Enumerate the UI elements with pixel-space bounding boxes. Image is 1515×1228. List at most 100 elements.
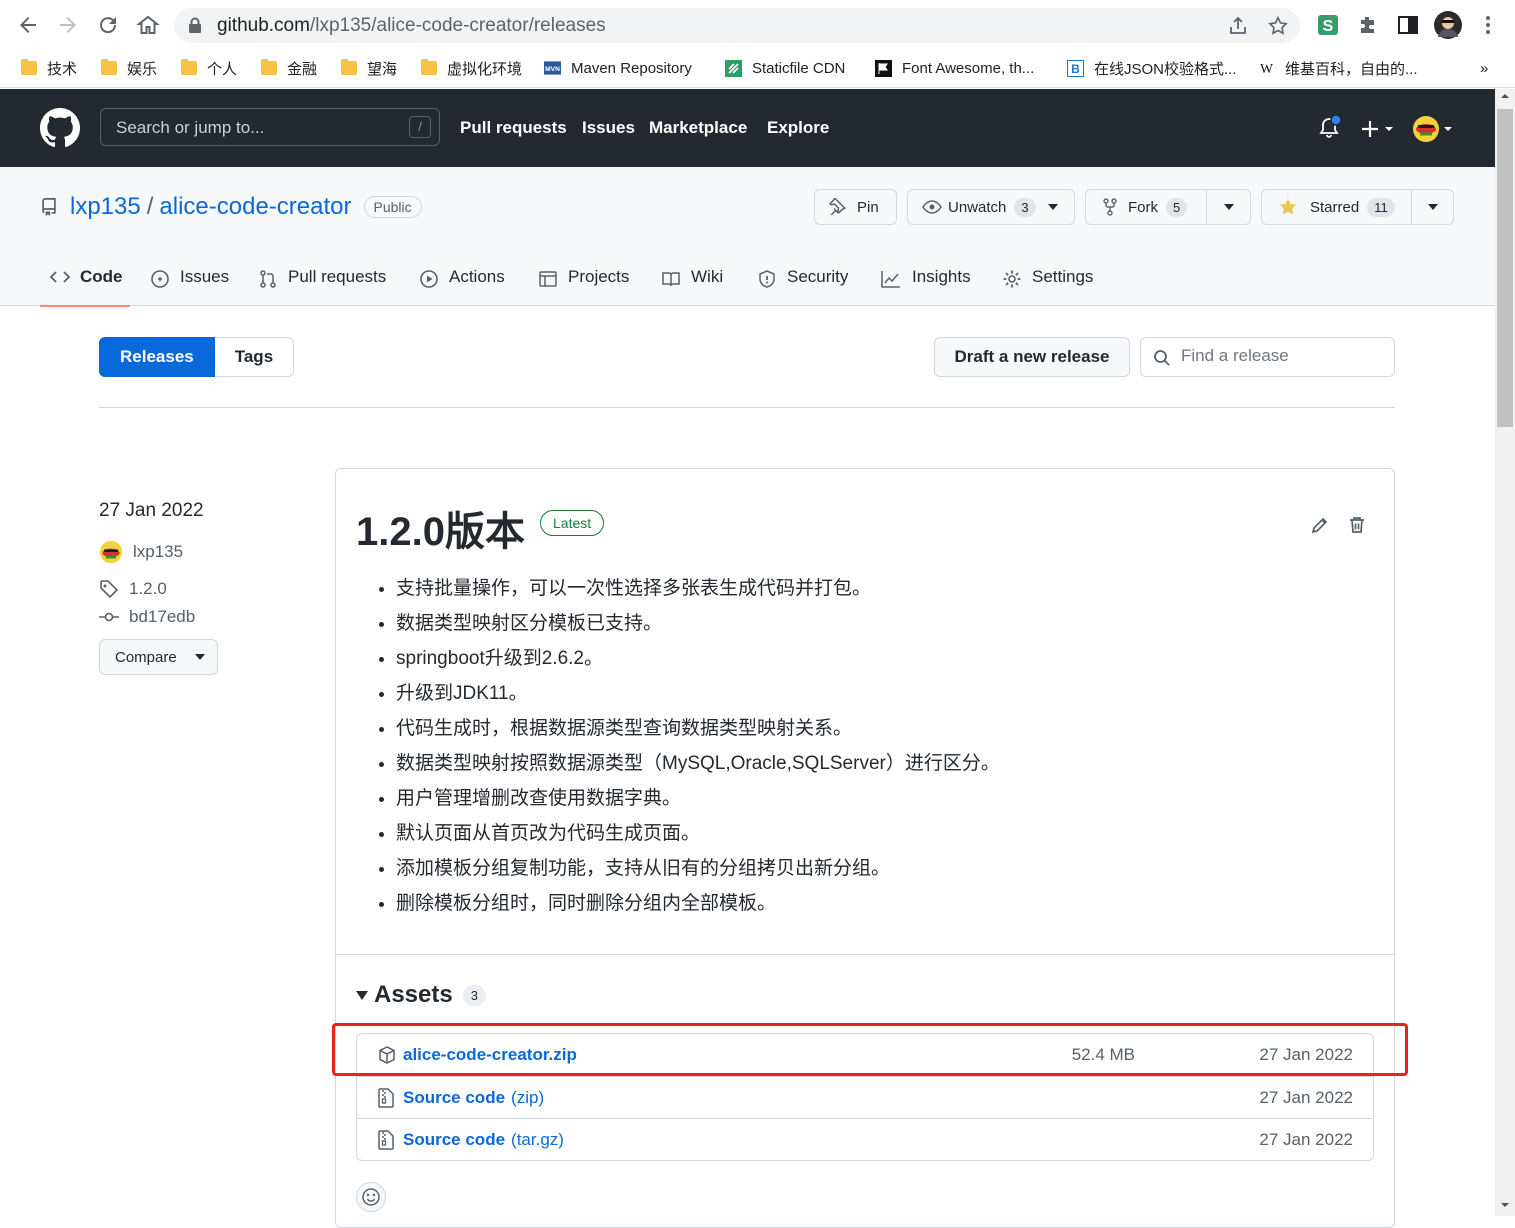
bookmark-item[interactable]: W 维基百科，自由的... (1258, 57, 1417, 79)
star-list-dropdown[interactable] (1411, 190, 1453, 224)
svg-text:S: S (1323, 18, 1334, 35)
compare-button[interactable]: Compare (99, 639, 218, 675)
search-input[interactable]: Search or jump to... / (100, 108, 440, 146)
star-count: 11 (1367, 197, 1395, 217)
more-bookmarks-button[interactable]: » (1480, 57, 1488, 79)
issue-opened-icon (151, 270, 169, 288)
staticfile-icon (725, 59, 742, 77)
visibility-badge: Public (363, 196, 422, 218)
bookmark-item[interactable]: 技术 (20, 57, 77, 79)
user-avatar-dropdown[interactable] (1412, 114, 1456, 144)
extensions-puzzle-icon[interactable] (1356, 13, 1380, 37)
tab-projects[interactable]: Projects (538, 257, 629, 306)
side-panel-icon[interactable] (1396, 13, 1420, 37)
tab-tags[interactable]: Tags (214, 337, 295, 377)
folder-icon (420, 59, 437, 77)
chevron-down-icon (1223, 204, 1234, 210)
reload-icon[interactable] (96, 13, 120, 37)
repo-name-link[interactable]: alice-code-creator (159, 193, 351, 221)
trash-icon[interactable] (1348, 515, 1366, 535)
stylus-extension-icon[interactable]: S (1316, 13, 1340, 37)
forward-arrow-icon[interactable] (56, 13, 80, 37)
lock-icon[interactable] (188, 17, 202, 33)
release-card: 1.2.0版本 Latest 支持批量操作，可以一次性选择多张表生成代码并打包。… (335, 468, 1395, 1228)
bookmark-item[interactable]: 个人 (180, 57, 237, 79)
code-icon (50, 271, 70, 283)
bookmark-item[interactable]: B 在线JSON校验格式... (1067, 57, 1237, 79)
list-item: 删除模板分组时，同时删除分组内全部模板。 (396, 886, 1000, 921)
source-code-zip-link[interactable]: Source code (zip) (403, 1088, 544, 1108)
assets-toggle[interactable]: Assets 3 (356, 981, 486, 1009)
watch-count: 3 (1014, 197, 1036, 217)
edit-pencil-icon[interactable] (1310, 515, 1330, 535)
starred-button[interactable]: Starred 11 (1261, 189, 1454, 225)
scrollbar-thumb[interactable] (1497, 109, 1513, 427)
browser-toolbar: github.com/lxp135/alice-code-creator/rel… (0, 0, 1515, 50)
bookmark-item[interactable]: MVN Maven Repository (544, 57, 692, 79)
url-text: github.com/lxp135/alice-code-creator/rel… (217, 15, 606, 36)
bookmark-item[interactable]: 虚拟化环境 (420, 57, 522, 79)
nav-issues[interactable]: Issues (582, 118, 635, 138)
bookmark-item[interactable]: Staticfile CDN (725, 57, 845, 79)
search-shortcut-key: / (409, 116, 431, 138)
tab-issues[interactable]: Issues (150, 257, 229, 306)
unwatch-button[interactable]: Unwatch 3 (907, 189, 1075, 225)
notification-bell-icon[interactable] (1317, 116, 1341, 140)
home-icon[interactable] (136, 13, 160, 37)
bookmark-star-icon[interactable] (1267, 15, 1289, 37)
source-code-targz-link[interactable]: Source code (tar.gz) (403, 1130, 564, 1150)
list-item: 支持批量操作，可以一次性选择多张表生成代码并打包。 (396, 571, 1000, 606)
release-title[interactable]: 1.2.0版本 (356, 499, 525, 557)
star-filled-icon (1278, 197, 1298, 217)
nav-marketplace[interactable]: Marketplace (649, 118, 747, 138)
fork-count: 5 (1166, 197, 1188, 217)
browser-menu-icon[interactable] (1476, 13, 1500, 37)
wikipedia-icon: W (1258, 60, 1275, 77)
divider (99, 407, 1395, 408)
share-icon[interactable] (1227, 15, 1249, 37)
bookmark-item[interactable]: 望海 (340, 57, 397, 79)
list-item: 数据类型映射按照数据源类型（MySQL,Oracle,SQLServer）进行区… (396, 746, 1000, 781)
list-item: 用户管理增删改查使用数据字典。 (396, 781, 1000, 816)
flag-icon (875, 59, 892, 77)
draft-release-button[interactable]: Draft a new release (934, 337, 1130, 377)
asset-row: Source code (tar.gz) 27 Jan 2022 (357, 1118, 1373, 1160)
bookmark-item[interactable]: 金融 (260, 57, 317, 79)
nav-explore[interactable]: Explore (767, 118, 829, 138)
repo-owner-link[interactable]: lxp135 (70, 193, 141, 221)
tab-wiki[interactable]: Wiki (661, 257, 723, 306)
pin-button[interactable]: Pin (814, 189, 897, 225)
tab-insights[interactable]: Insights (880, 257, 971, 306)
tab-pull-requests[interactable]: Pull requests (258, 257, 386, 306)
tab-releases[interactable]: Releases (99, 337, 215, 377)
back-arrow-icon[interactable] (16, 13, 40, 37)
profile-avatar[interactable] (1434, 11, 1462, 39)
add-reaction-button[interactable] (356, 1182, 386, 1212)
bookmark-item[interactable]: 娱乐 (100, 57, 157, 79)
tab-code[interactable]: Code (40, 257, 130, 307)
release-author[interactable]: lxp135 (99, 540, 183, 564)
address-bar[interactable]: github.com/lxp135/alice-code-creator/rel… (174, 8, 1300, 43)
github-logo-icon[interactable] (40, 108, 80, 148)
bookmark-item[interactable]: Font Awesome, th... (875, 57, 1034, 79)
bookmarks-bar: 技术 娱乐 个人 金融 望海 虚拟化环境 MVN Maven Repository… (0, 50, 1515, 88)
release-tag[interactable]: 1.2.0 (99, 579, 167, 599)
find-release-field[interactable] (1140, 337, 1395, 377)
tab-settings[interactable]: Settings (1002, 257, 1093, 306)
fork-button[interactable]: Fork 5 (1085, 189, 1251, 225)
eye-icon (922, 199, 942, 215)
fork-dropdown[interactable] (1206, 190, 1250, 224)
file-zip-icon (377, 1088, 395, 1108)
svg-text:W: W (1260, 61, 1273, 76)
scroll-down-arrow-icon[interactable] (1495, 1198, 1515, 1212)
tab-security[interactable]: Security (757, 257, 848, 306)
nav-pull-requests[interactable]: Pull requests (460, 118, 567, 138)
svg-text:B: B (1071, 62, 1080, 76)
folder-icon (260, 59, 277, 77)
find-release-input[interactable] (1181, 346, 1381, 366)
list-item: 代码生成时，根据数据源类型查询数据类型映射关系。 (396, 711, 1000, 746)
release-commit[interactable]: bd17edb (99, 607, 195, 627)
latest-badge: Latest (540, 510, 605, 536)
tab-actions[interactable]: Actions (419, 257, 505, 306)
create-new-dropdown[interactable] (1359, 118, 1397, 140)
